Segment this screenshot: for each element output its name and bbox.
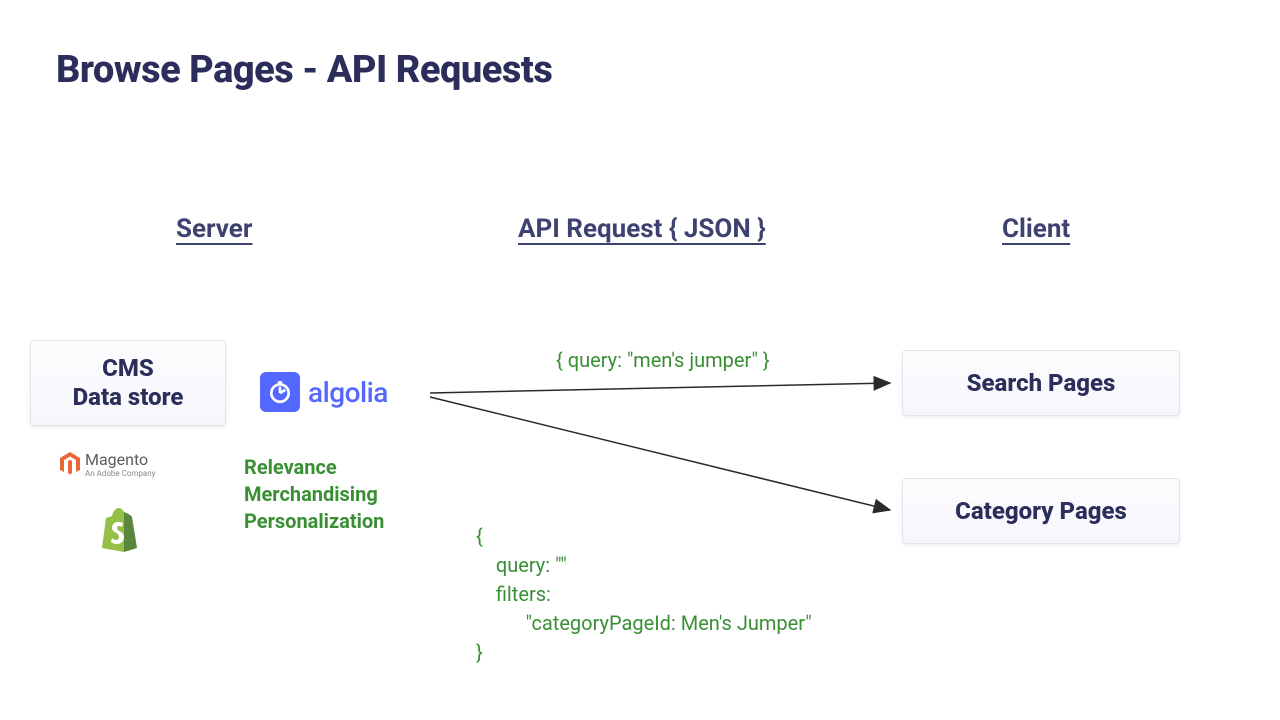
column-header-client: Client [1002, 214, 1070, 244]
magento-name: Magento [85, 450, 155, 469]
magento-logo: Magento An Adobe Company [60, 450, 155, 478]
page-title: Browse Pages - API Requests [56, 48, 552, 92]
feature-personalization: Personalization [244, 508, 384, 535]
search-pages-card: Search Pages [902, 350, 1180, 416]
algolia-logo: algolia [260, 372, 388, 412]
arrow-to-search [430, 383, 890, 393]
algolia-name: algolia [308, 376, 388, 409]
magento-icon [60, 452, 80, 476]
shopify-logo [100, 508, 138, 556]
column-header-api: API Request { JSON } [518, 214, 766, 244]
json-search-query: { query: "men's jumper" } [556, 348, 770, 372]
cms-data-store-card: CMS Data store [30, 340, 226, 426]
algolia-icon [260, 372, 300, 412]
cms-line2: Data store [73, 383, 184, 412]
cms-line1: CMS [102, 354, 154, 383]
algolia-features: Relevance Merchandising Personalization [244, 454, 384, 535]
json-category-query: { query: "" filters: "categoryPageId: Me… [476, 522, 812, 667]
arrow-to-category [430, 397, 890, 510]
feature-relevance: Relevance [244, 454, 384, 481]
magento-subtitle: An Adobe Company [85, 469, 155, 478]
feature-merchandising: Merchandising [244, 481, 384, 508]
category-pages-card: Category Pages [902, 478, 1180, 544]
column-header-server: Server [176, 214, 252, 244]
